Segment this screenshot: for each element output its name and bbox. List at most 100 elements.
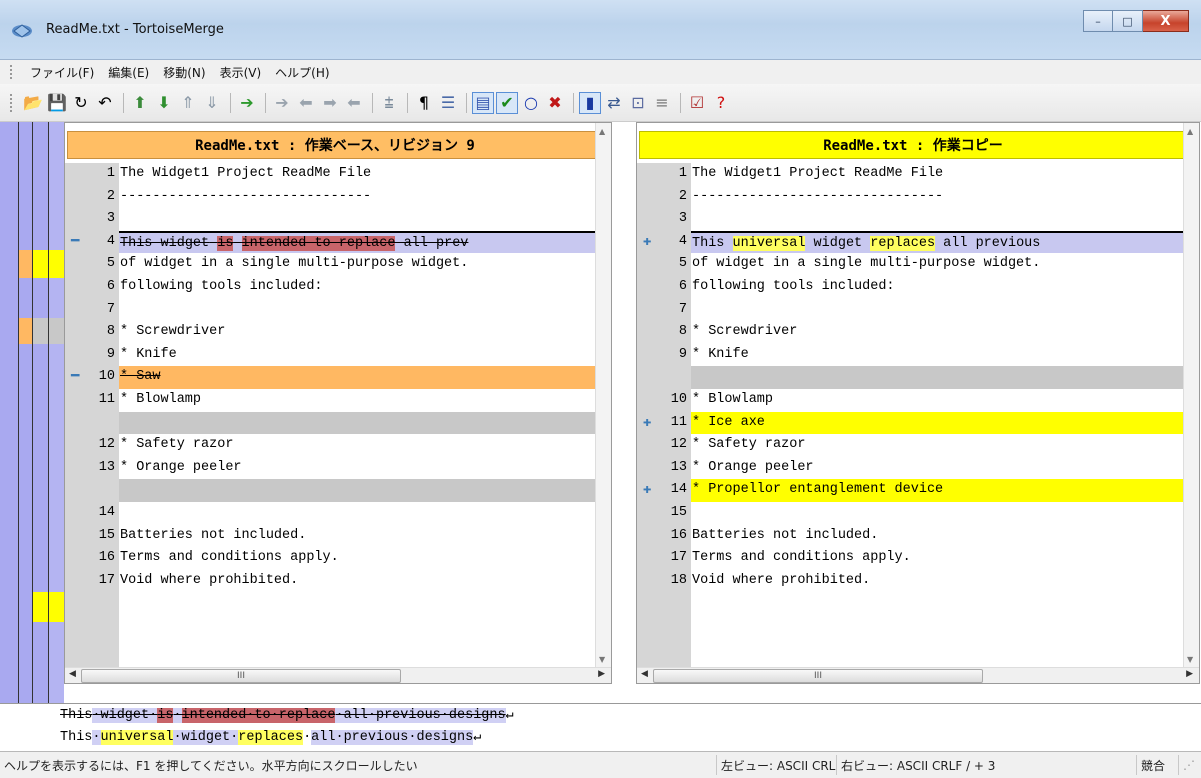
scroll-down-icon[interactable]: ▼: [1187, 655, 1193, 664]
right-line[interactable]: ✚ 4 This universal widget replaces all pre…: [637, 230, 1187, 254]
scroll-right-icon[interactable]: ▶: [1186, 669, 1193, 679]
left-line[interactable]: 16 Terms and conditions apply.: [65, 547, 599, 570]
scroll-left-icon[interactable]: ◀: [641, 669, 648, 679]
line-text: -------------------------------: [692, 188, 944, 204]
settings-icon[interactable]: ☑: [686, 92, 708, 114]
locator-bar-2[interactable]: [18, 122, 32, 703]
right-line[interactable]: 1 The Widget1 Project ReadMe File: [637, 163, 1187, 186]
left-horizontal-scrollbar[interactable]: ◀ III ▶: [65, 667, 611, 683]
undo-icon[interactable]: ↶: [94, 92, 116, 114]
right-line[interactable]: 2 -------------------------------: [637, 186, 1187, 209]
resize-grip-icon[interactable]: ⋰: [1178, 755, 1198, 775]
left-line[interactable]: 8 * Screwdriver: [65, 321, 599, 344]
right-line[interactable]: 18 Void where prohibited.: [637, 570, 1187, 593]
right-horizontal-scrollbar[interactable]: ◀ III ▶: [637, 667, 1199, 683]
one-pane-icon[interactable]: ▮: [579, 91, 601, 114]
pilcrow-icon[interactable]: ¶: [413, 92, 435, 114]
left-line[interactable]: 11 * Blowlamp: [65, 389, 599, 412]
use-left-file-icon[interactable]: ➡: [319, 92, 341, 114]
whitespace-icon[interactable]: ⩲: [378, 92, 400, 114]
status-help-text: ヘルプを表示するには、F1 を押してください。水平方向にスクロールしたい: [4, 758, 418, 773]
save-icon[interactable]: 💾: [46, 92, 68, 114]
help-icon[interactable]: ?: [710, 92, 732, 114]
left-diff-pane[interactable]: ReadMe.txt : 作業ベース、リビジョン 9 1 The Widget1 …: [64, 122, 612, 684]
right-vertical-scrollbar[interactable]: ▲ ▼: [1183, 123, 1199, 671]
left-line[interactable]: 9 * Knife: [65, 344, 599, 367]
right-line[interactable]: 8 * Screwdriver: [637, 321, 1187, 344]
right-line[interactable]: 6 following tools included:: [637, 276, 1187, 299]
right-scroll-thumb[interactable]: III: [653, 669, 983, 683]
right-line[interactable]: ✚ 14 * Propellor entanglement device: [637, 479, 1187, 502]
menu-edit[interactable]: 編集(E): [108, 64, 149, 81]
menu-help[interactable]: ヘルプ(H): [275, 64, 329, 81]
right-line[interactable]: 15: [637, 502, 1187, 525]
left-line[interactable]: 3: [65, 208, 599, 231]
use-right-block-icon[interactable]: ⬅: [295, 92, 317, 114]
scroll-up-icon[interactable]: ▲: [599, 127, 605, 136]
right-line[interactable]: 3: [637, 208, 1187, 231]
menu-file[interactable]: ファイル(F): [30, 64, 94, 81]
scroll-up-icon[interactable]: ▲: [1187, 127, 1193, 136]
right-line[interactable]: 5 of widget in a single multi-purpose wid…: [637, 253, 1187, 276]
line-text: following tools included:: [692, 278, 895, 294]
right-line[interactable]: 7: [637, 299, 1187, 322]
first-diff-icon[interactable]: ⇑: [177, 92, 199, 114]
left-line[interactable]: 5 of widget in a single multi-purpose wid…: [65, 253, 599, 276]
next-diff-icon[interactable]: ⬇: [153, 92, 175, 114]
right-line[interactable]: 17 Terms and conditions apply.: [637, 547, 1187, 570]
left-line[interactable]: 6 following tools included:: [65, 276, 599, 299]
left-line[interactable]: 13 * Orange peeler: [65, 457, 599, 480]
circle-icon[interactable]: ○: [520, 92, 542, 114]
locator-bar-1[interactable]: [0, 122, 18, 703]
left-line[interactable]: 1 The Widget1 Project ReadMe File: [65, 163, 599, 186]
left-line[interactable]: 14: [65, 502, 599, 525]
left-line[interactable]: ━ 10 * Saw: [65, 366, 599, 389]
open-file-icon[interactable]: 📂: [22, 92, 44, 114]
last-diff-icon[interactable]: ⇓: [201, 92, 223, 114]
lines-icon[interactable]: ≡: [651, 92, 673, 114]
reload-icon[interactable]: ↻: [70, 92, 92, 114]
left-vertical-scrollbar[interactable]: ▲ ▼: [595, 123, 611, 671]
right-line[interactable]: 9 * Knife: [637, 344, 1187, 367]
mark-resolved-icon[interactable]: ✔: [496, 91, 518, 114]
locator-mark-added: [49, 250, 64, 278]
line-number: 12: [670, 437, 687, 453]
use-left-block-icon[interactable]: ➔: [271, 92, 293, 114]
right-diff-pane[interactable]: ReadMe.txt : 作業コピー 1 The Widget1 Project …: [636, 122, 1200, 684]
left-line[interactable]: [65, 411, 599, 435]
line-number: 8: [678, 324, 687, 340]
right-line[interactable]: ✚ 11 * Ice axe: [637, 411, 1187, 435]
left-line[interactable]: [65, 479, 599, 502]
menu-view[interactable]: 表示(V): [220, 64, 262, 81]
cross-icon[interactable]: ✖: [544, 92, 566, 114]
next-conflict-icon[interactable]: ➔: [236, 92, 258, 114]
left-line[interactable]: 15 Batteries not included.: [65, 525, 599, 548]
close-button[interactable]: X: [1143, 10, 1189, 32]
right-line[interactable]: 12 * Safety razor: [637, 434, 1187, 457]
right-line[interactable]: 16 Batteries not included.: [637, 525, 1187, 548]
three-pane-icon[interactable]: ⊡: [627, 92, 649, 114]
locator-bar-3[interactable]: [32, 122, 48, 703]
left-line[interactable]: 7: [65, 299, 599, 322]
toolbar-separator: [466, 92, 467, 113]
scroll-right-icon[interactable]: ▶: [598, 669, 605, 679]
right-line[interactable]: [637, 366, 1187, 389]
left-scroll-thumb[interactable]: III: [81, 669, 401, 683]
menu-navigate[interactable]: 移動(N): [163, 64, 205, 81]
maximize-button[interactable]: □: [1113, 10, 1143, 32]
left-line[interactable]: ━ 4 This widget is intended to replace all…: [65, 230, 599, 254]
wrap-icon[interactable]: ☰: [437, 92, 459, 114]
scroll-down-icon[interactable]: ▼: [599, 655, 605, 664]
right-line[interactable]: 10 * Blowlamp: [637, 389, 1187, 412]
locator-bar-4[interactable]: [48, 122, 64, 703]
right-line[interactable]: 13 * Orange peeler: [637, 457, 1187, 480]
scroll-left-icon[interactable]: ◀: [69, 669, 76, 679]
use-right-file-icon[interactable]: ⬅: [343, 92, 365, 114]
inline-diff-icon[interactable]: ▤: [472, 91, 494, 114]
minimize-button[interactable]: –: [1083, 10, 1113, 32]
two-pane-icon[interactable]: ⇄: [603, 92, 625, 114]
left-line[interactable]: 2 -------------------------------: [65, 186, 599, 209]
left-line[interactable]: 12 * Safety razor: [65, 434, 599, 457]
prev-diff-icon[interactable]: ⬆: [129, 92, 151, 114]
left-line[interactable]: 17 Void where prohibited.: [65, 570, 599, 593]
